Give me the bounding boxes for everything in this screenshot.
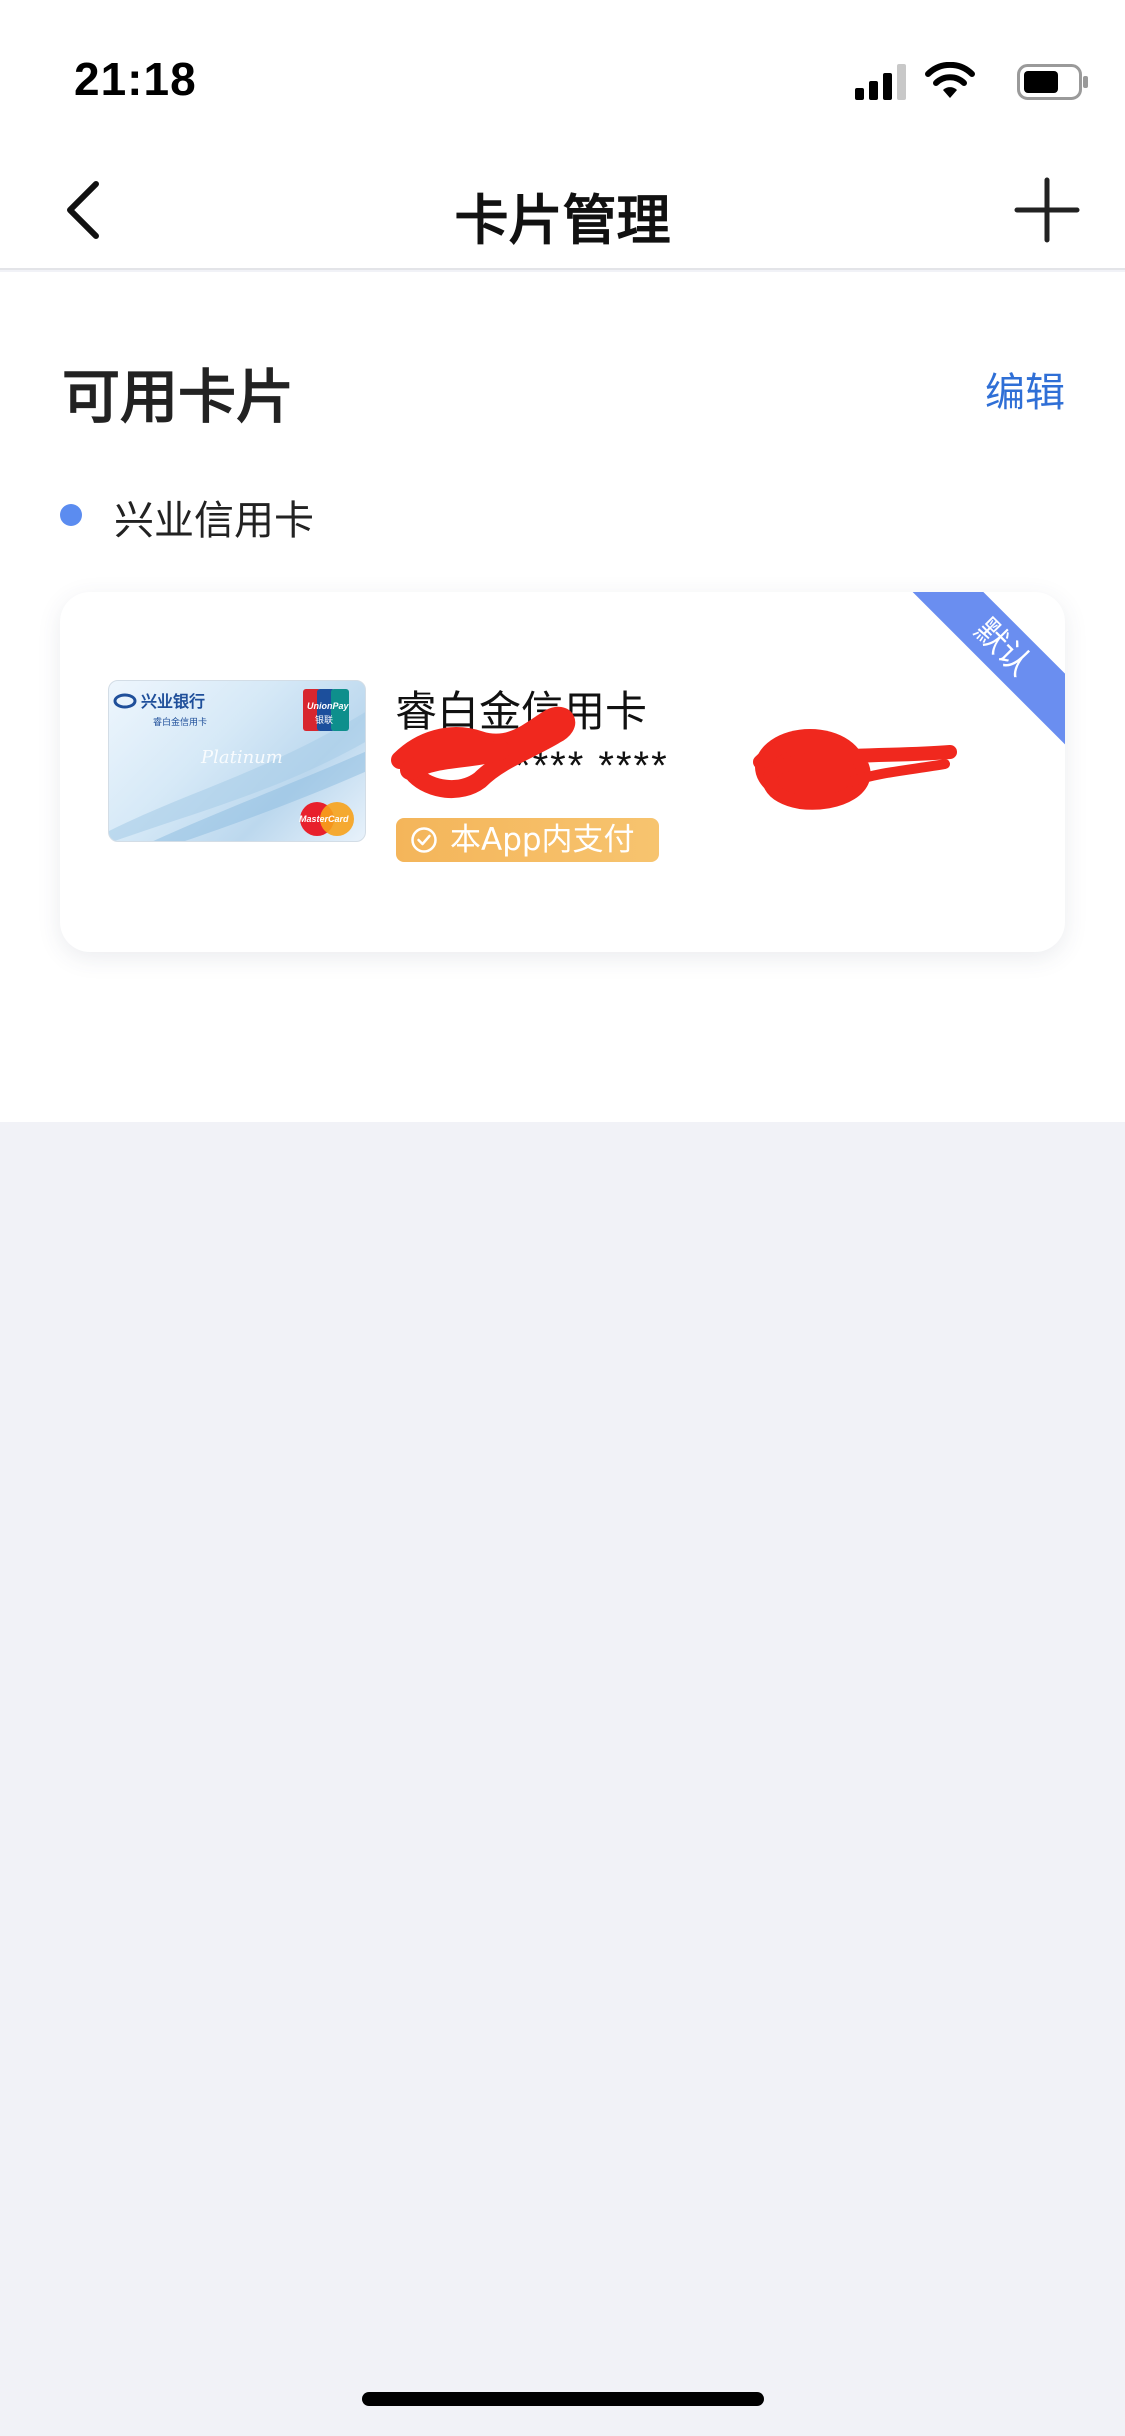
- unionpay-logo: UnionPay 银联: [303, 689, 350, 731]
- available-cards-section: 可用卡片 编辑 兴业信用卡 默认 兴业银行 睿白金信用卡 Platinum Un…: [0, 272, 1125, 1122]
- unionpay-text: UnionPay: [307, 701, 350, 711]
- home-indicator[interactable]: [362, 2392, 764, 2406]
- battery-icon: [1017, 64, 1088, 100]
- group-label: 兴业信用卡: [114, 498, 314, 544]
- plus-icon: [1014, 177, 1080, 243]
- thumb-script: Platinum: [200, 747, 283, 768]
- nav-bar: 卡片管理: [0, 150, 1125, 270]
- wifi-icon: [925, 62, 975, 98]
- unionpay-cn-text: 银联: [315, 714, 333, 726]
- status-icons: [829, 62, 1089, 102]
- group-dot: [60, 504, 82, 526]
- section-title: 可用卡片: [62, 363, 295, 431]
- signal-icon: [855, 64, 906, 100]
- card-management-screen: 21:18 卡片管理 可用卡片 编辑 兴业信用卡 默认 兴业银行 睿白金信用卡 …: [0, 0, 1125, 2436]
- redaction-scribble: [391, 706, 576, 799]
- check-circle-icon: [411, 827, 437, 853]
- thumb-card-type: 睿白金信用卡: [153, 716, 207, 728]
- mastercard-text: MasterCard: [299, 814, 349, 824]
- card-list-item[interactable]: 默认 兴业银行 睿白金信用卡 Platinum UnionPay 银联 Mast…: [60, 592, 1065, 952]
- page-title: 卡片管理: [454, 189, 671, 252]
- add-card-button[interactable]: [1009, 172, 1085, 248]
- in-app-pay-badge: 本App内支付: [396, 818, 659, 862]
- in-app-pay-label: 本App内支付: [450, 822, 635, 858]
- mastercard-logo: MasterCard: [299, 802, 354, 836]
- status-bar: 21:18: [0, 0, 1125, 150]
- thumb-bank-name: 兴业银行: [141, 692, 205, 711]
- redaction-scribble: [753, 729, 957, 810]
- card-thumbnail: 兴业银行 睿白金信用卡 Platinum UnionPay 银联 MasterC…: [108, 680, 366, 842]
- status-time: 21:18: [74, 53, 197, 105]
- card-art: 兴业银行 睿白金信用卡 Platinum UnionPay 银联 MasterC…: [109, 689, 365, 841]
- edit-button[interactable]: 编辑: [985, 360, 1065, 418]
